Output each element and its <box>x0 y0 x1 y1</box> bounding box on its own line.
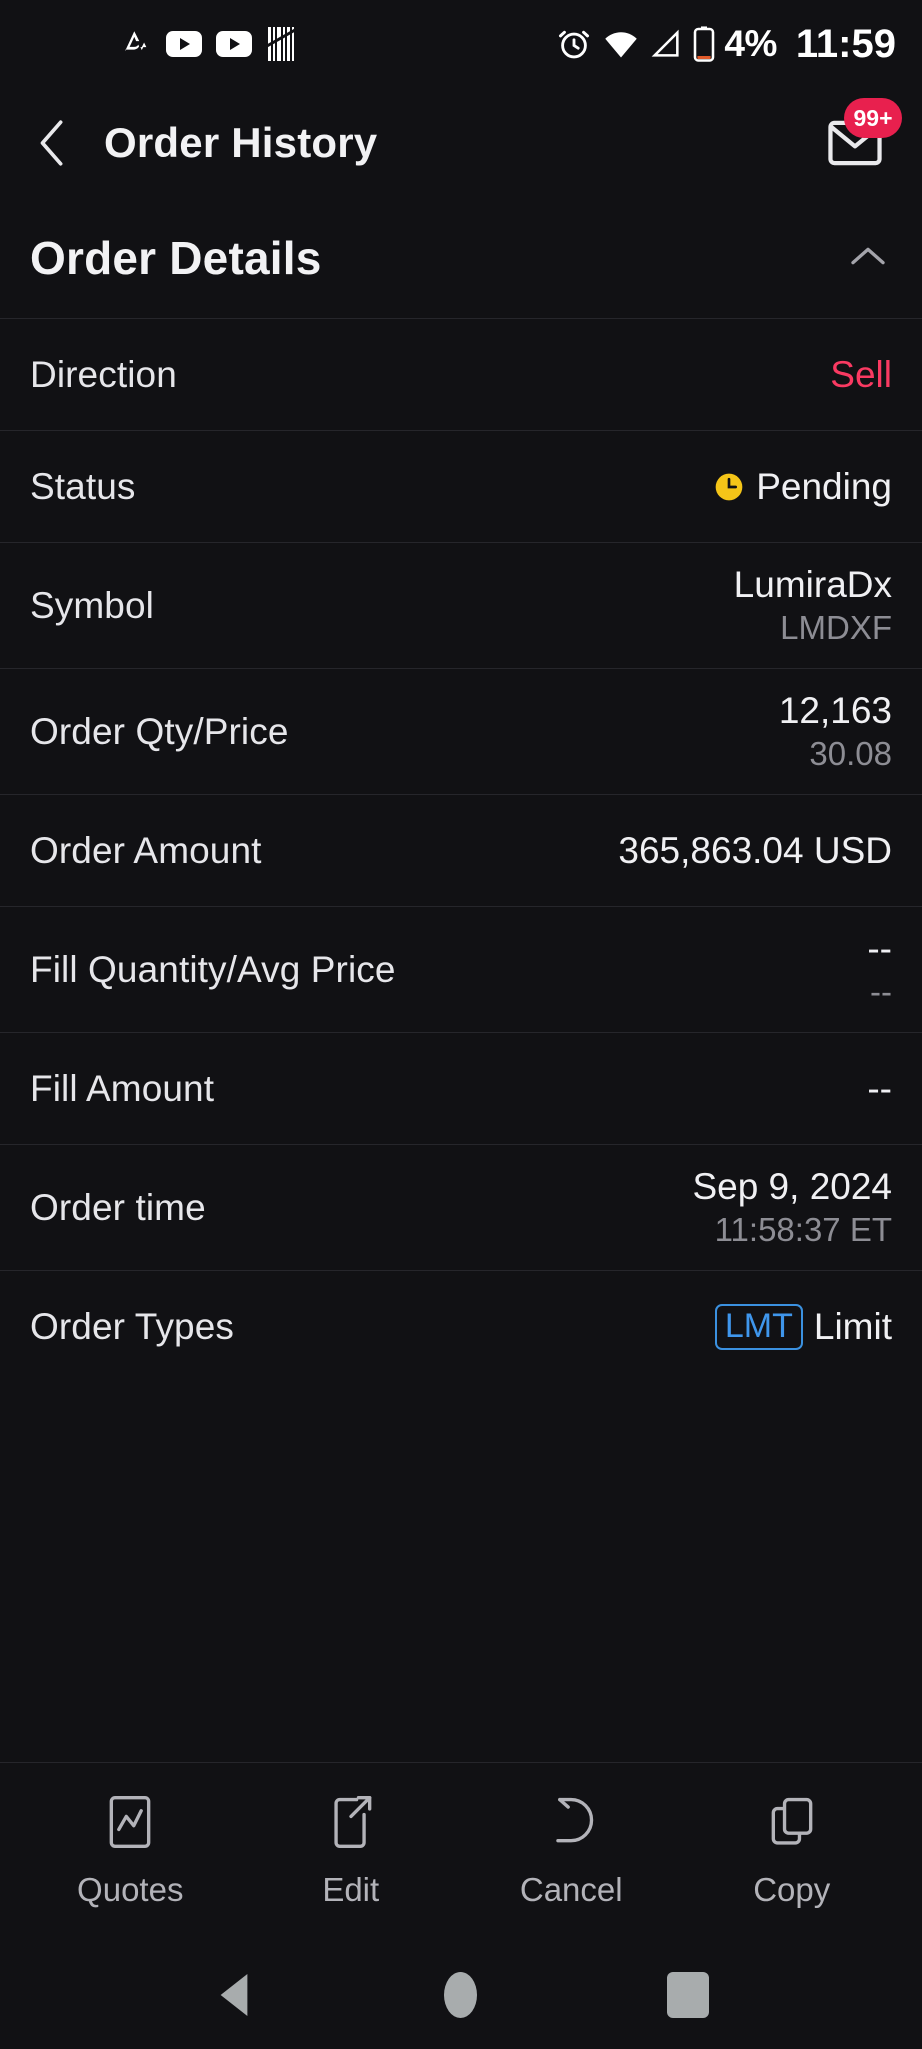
mail-unread-badge: 99+ <box>844 98 902 138</box>
table-row: Order Types LMT Limit <box>0 1270 922 1382</box>
row-label: Symbol <box>30 584 154 626</box>
table-row: Order Amount 365,863.04 USD <box>0 794 922 906</box>
symbol-name: LumiraDx <box>733 564 892 606</box>
bottom-action-toolbar: Quotes Edit Cancel Copy <box>0 1762 922 1940</box>
edit-label: Edit <box>322 1871 380 1908</box>
status-bar-notification-icons <box>18 26 296 62</box>
cancel-button[interactable]: Cancel <box>491 1794 651 1909</box>
order-details-section-header[interactable]: Order Details <box>0 198 922 318</box>
android-back-icon[interactable] <box>189 1950 279 2040</box>
row-label: Order Types <box>30 1305 235 1347</box>
wifi-icon <box>603 29 639 59</box>
table-row: Fill Amount -- <box>0 1032 922 1144</box>
chevron-left-icon <box>40 120 63 166</box>
android-navigation-bar <box>0 1940 922 2049</box>
order-time-value: 11:58:37 ET <box>714 1210 892 1248</box>
row-value: LumiraDx LMDXF <box>734 563 892 648</box>
cancel-label: Cancel <box>519 1871 623 1908</box>
page-title: Order History <box>104 119 378 166</box>
alarm-icon <box>556 26 592 62</box>
row-value: LMT Limit <box>714 1303 892 1350</box>
row-label: Direction <box>30 353 177 395</box>
table-row: Order Qty/Price 12,163 30.08 <box>0 668 922 794</box>
row-value: Sell <box>830 353 892 397</box>
phone-screen: 4% 11:59 Order History 99+ Order Details <box>0 0 922 2049</box>
youtube-icon <box>166 31 202 57</box>
copy-icon <box>767 1794 817 1855</box>
order-type-value: Limit <box>813 1305 892 1347</box>
android-home-icon[interactable] <box>416 1950 506 2040</box>
row-value: Sep 9, 2024 11:58:37 ET <box>692 1165 892 1250</box>
copy-button[interactable]: Copy <box>712 1794 872 1909</box>
symbol-ticker: LMDXF <box>780 608 892 646</box>
row-label: Status <box>30 465 136 507</box>
barcode-icon <box>266 26 296 62</box>
battery-percent-label: 4% <box>724 23 777 64</box>
row-label: Fill Amount <box>30 1067 215 1109</box>
mail-button[interactable]: 99+ <box>822 98 902 176</box>
status-bar-system-icons: 4% 11:59 <box>556 22 896 67</box>
direction-value: Sell <box>830 353 892 395</box>
status-bar-clock: 11:59 <box>795 21 896 66</box>
app-bar: Order History 99+ <box>0 88 922 198</box>
table-row: Direction Sell <box>0 318 922 430</box>
order-details-list: Direction Sell Status Pending Symbol Lum… <box>0 318 922 1382</box>
back-button[interactable] <box>22 113 82 173</box>
quotes-button[interactable]: Quotes <box>50 1794 210 1909</box>
clock-icon <box>713 471 745 503</box>
chevron-up-icon[interactable] <box>848 243 888 274</box>
signal-icon <box>650 28 682 60</box>
table-row: Fill Quantity/Avg Price -- -- <box>0 906 922 1032</box>
row-label: Fill Quantity/Avg Price <box>30 948 396 990</box>
fill-avg-price-value: -- <box>870 972 892 1010</box>
row-value: -- <box>867 1067 892 1111</box>
battery-icon <box>693 26 715 62</box>
edit-button[interactable]: Edit <box>271 1794 431 1909</box>
row-value: 12,163 30.08 <box>779 689 892 774</box>
table-row: Status Pending <box>0 430 922 542</box>
fill-amount-value: -- <box>867 1067 892 1109</box>
status-value: Pending <box>756 465 892 507</box>
row-label: Order time <box>30 1186 206 1228</box>
fill-qty-value: -- <box>867 928 892 970</box>
table-row: Order time Sep 9, 2024 11:58:37 ET <box>0 1144 922 1270</box>
youtube-icon <box>216 31 252 57</box>
row-value: Pending <box>713 465 892 509</box>
quotes-label: Quotes <box>77 1871 184 1908</box>
strava-icon <box>118 27 152 61</box>
status-bar: 4% 11:59 <box>0 0 922 88</box>
row-value: 365,863.04 USD <box>618 829 892 873</box>
order-price-value: 30.08 <box>809 734 892 772</box>
order-date-value: Sep 9, 2024 <box>692 1166 892 1208</box>
edit-pencil-icon <box>326 1794 376 1855</box>
row-label: Order Amount <box>30 829 262 871</box>
copy-label: Copy <box>753 1871 831 1908</box>
row-label: Order Qty/Price <box>30 710 289 752</box>
order-amount-value: 365,863.04 USD <box>618 829 892 871</box>
row-value: -- -- <box>867 927 892 1012</box>
table-row: Symbol LumiraDx LMDXF <box>0 542 922 668</box>
undo-arrow-icon <box>546 1794 596 1855</box>
section-title: Order Details <box>30 232 322 284</box>
order-qty-value: 12,163 <box>778 690 892 732</box>
order-type-badge: LMT <box>714 1303 803 1350</box>
android-recents-icon[interactable] <box>643 1950 733 2040</box>
quotes-chart-icon <box>105 1794 155 1855</box>
